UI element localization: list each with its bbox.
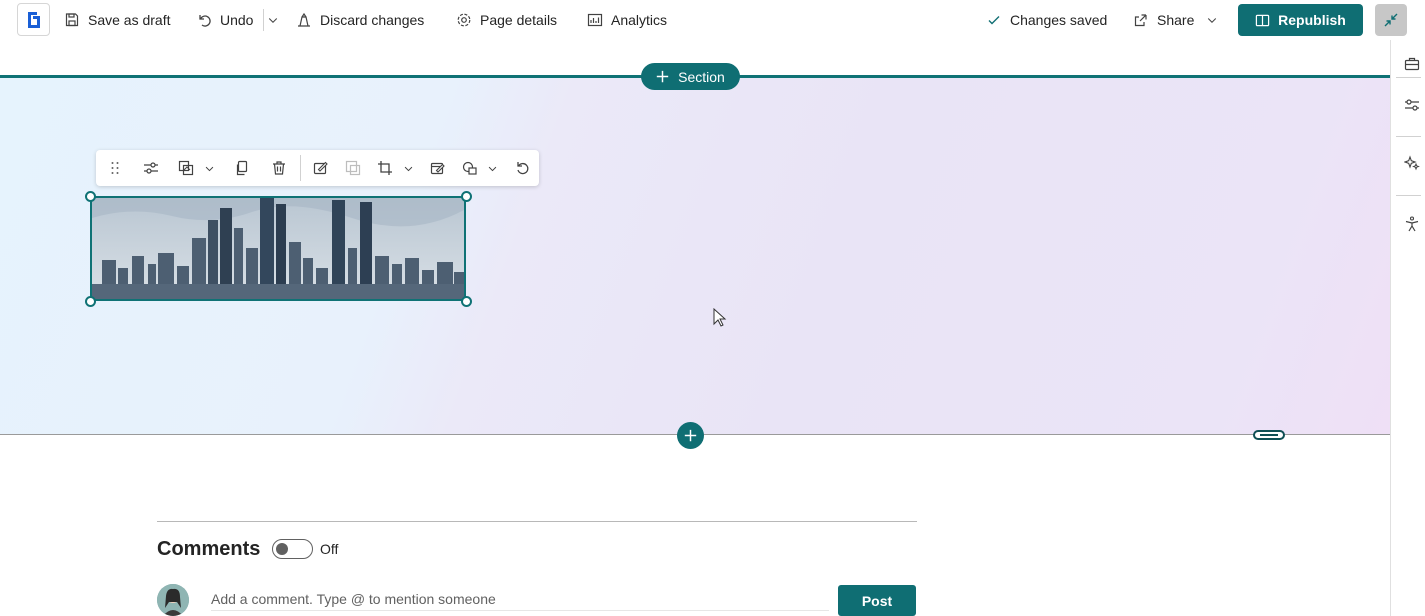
share-icon: [1134, 14, 1147, 27]
undo-split-divider: [263, 9, 264, 31]
copy-icon[interactable]: [233, 159, 251, 177]
rail-divider: [1396, 195, 1421, 196]
analytics-icon: [587, 13, 603, 27]
comment-input[interactable]: Add a comment. Type @ to mention someone: [211, 591, 496, 607]
properties-icon[interactable]: [1403, 96, 1421, 114]
undo-dropdown-button[interactable]: [267, 8, 279, 32]
chevron-down-icon: [1208, 18, 1217, 23]
book-open-icon: [1255, 14, 1270, 26]
undo-label: Undo: [220, 12, 254, 28]
collapse-icon: [1384, 13, 1398, 27]
comments-divider: [157, 521, 917, 522]
save-status: Changes saved: [986, 8, 1107, 32]
page-details-label: Page details: [480, 12, 558, 28]
toolbox-icon[interactable]: [1403, 55, 1421, 73]
rail-divider: [1396, 77, 1421, 78]
resize-handle-top-right[interactable]: [461, 191, 472, 202]
comments-toggle-label: Off: [320, 541, 339, 557]
save-draft-label: Save as draft: [88, 12, 171, 28]
image-style-icon[interactable]: [177, 159, 195, 177]
discard-changes-label: Discard changes: [320, 12, 425, 28]
resize-handle-top-left[interactable]: [85, 191, 96, 202]
avatar: [157, 584, 189, 616]
chevron-down-icon[interactable]: [202, 159, 216, 177]
comment-input-underline: [211, 610, 829, 611]
republish-label: Republish: [1278, 12, 1346, 28]
reset-icon[interactable]: [513, 159, 531, 177]
image-toolbar: [96, 150, 539, 186]
sparkle-icon[interactable]: [1403, 154, 1421, 172]
page-details-button[interactable]: Page details: [456, 8, 557, 32]
toolbar-divider: [300, 155, 301, 181]
analytics-button[interactable]: Analytics: [587, 8, 667, 32]
analytics-label: Analytics: [611, 12, 668, 28]
share-label: Share: [1157, 12, 1195, 28]
share-button[interactable]: Share: [1133, 8, 1218, 32]
accessibility-icon[interactable]: [1403, 215, 1421, 233]
comments-heading: Comments: [157, 538, 261, 560]
save-draft-button[interactable]: Save as draft: [64, 8, 171, 32]
save-icon: [65, 13, 79, 27]
command-bar: Save as draft Undo Discard changes Page …: [0, 0, 1407, 40]
image-note-icon[interactable]: [429, 159, 447, 177]
crop-icon[interactable]: [376, 159, 394, 177]
plus-icon: [684, 429, 697, 442]
shapes-icon[interactable]: [461, 159, 479, 177]
chevron-down-icon[interactable]: [485, 159, 499, 177]
city-skyline-image[interactable]: [90, 196, 466, 301]
image-alt-icon: [344, 159, 362, 177]
undo-icon: [199, 15, 211, 27]
resize-handle-bottom-left[interactable]: [85, 296, 96, 307]
mouse-cursor-icon: [713, 308, 727, 327]
checkmark-icon: [988, 16, 1000, 25]
discard-icon: [298, 12, 310, 27]
comments-toggle[interactable]: [272, 539, 313, 559]
add-webpart-button[interactable]: [677, 422, 704, 449]
edit-image-icon[interactable]: [312, 159, 330, 177]
toggle-knob: [276, 543, 288, 555]
gear-icon: [457, 13, 471, 27]
chevron-down-icon: [268, 18, 278, 23]
post-button[interactable]: Post: [838, 585, 916, 616]
discard-changes-button[interactable]: Discard changes: [296, 8, 424, 32]
app-logo-icon[interactable]: [17, 3, 50, 36]
resize-handle-bottom-right[interactable]: [461, 296, 472, 307]
add-section-button[interactable]: Section: [641, 63, 740, 90]
delete-icon[interactable]: [270, 159, 288, 177]
drag-handle-icon[interactable]: [106, 159, 124, 177]
plus-icon: [656, 70, 669, 83]
right-rail: [1390, 40, 1425, 616]
settings-sliders-icon[interactable]: [142, 159, 160, 177]
chevron-down-icon[interactable]: [401, 159, 415, 177]
collapse-button[interactable]: [1375, 4, 1407, 36]
republish-button[interactable]: Republish: [1238, 4, 1363, 36]
add-section-label: Section: [678, 68, 725, 85]
skyline-picture: [92, 198, 464, 299]
undo-button[interactable]: Undo: [196, 8, 253, 32]
save-status-label: Changes saved: [1010, 12, 1108, 28]
section-resize-handle[interactable]: [1253, 430, 1285, 440]
rail-divider: [1396, 136, 1421, 137]
